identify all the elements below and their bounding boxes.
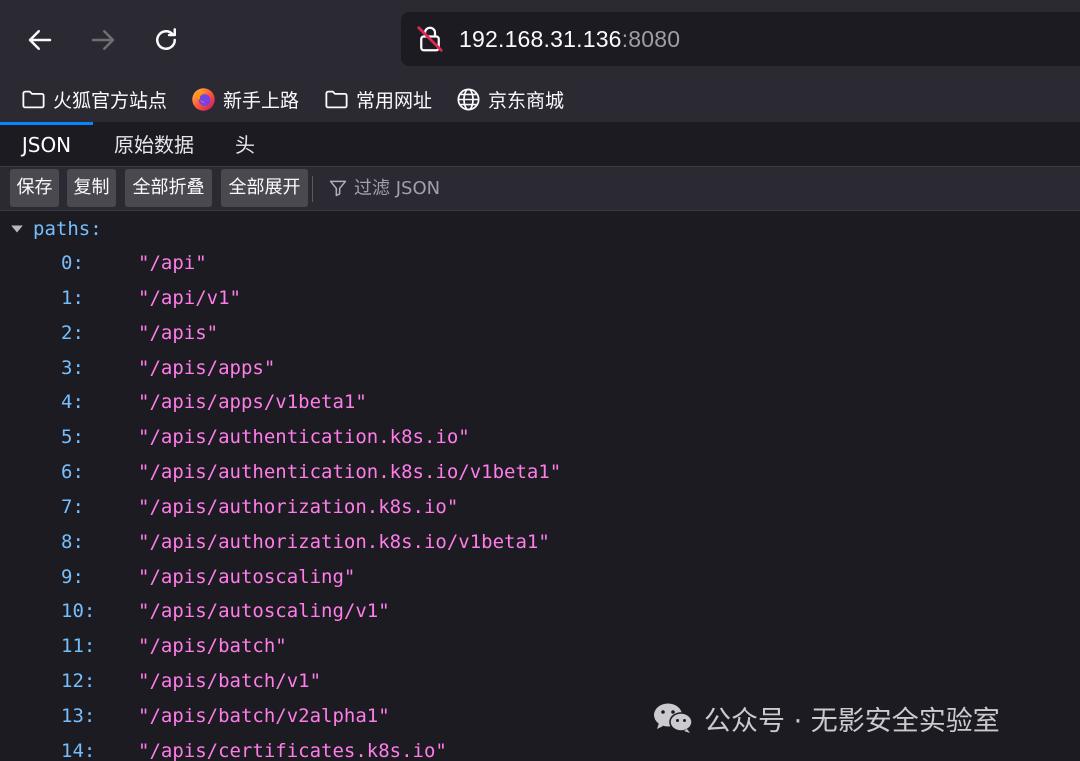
filter-json-input[interactable] — [354, 171, 654, 205]
tree-key-paths: paths: — [33, 218, 102, 240]
json-row[interactable]: 9: "/apis/autoscaling" — [0, 561, 1080, 593]
toolbar-divider — [312, 176, 313, 202]
reload-icon — [156, 28, 176, 50]
viewer-tabs: JSON 原始数据 头 — [0, 122, 1080, 167]
json-row[interactable]: 12: "/apis/batch/v1" — [0, 665, 1080, 697]
json-key: 8: — [61, 531, 84, 553]
bookmark-jd-mall[interactable]: 京东商城 — [455, 80, 564, 118]
tab-raw-data[interactable]: 原始数据 — [105, 122, 203, 166]
insecure-lock-icon[interactable] — [415, 24, 445, 54]
expand-all-button[interactable]: 全部展开 — [221, 169, 308, 207]
folder-icon — [22, 90, 45, 108]
json-value: "/apis/apps" — [138, 357, 276, 379]
wechat-icon — [654, 703, 693, 733]
firefox-icon — [192, 87, 215, 111]
json-row[interactable]: 7: "/apis/authorization.k8s.io" — [0, 491, 1080, 523]
watermark: 公众号 · 无影安全实验室 — [652, 696, 1000, 740]
json-row[interactable]: 11: "/apis/batch" — [0, 630, 1080, 662]
json-key: 6: — [61, 461, 84, 483]
json-value: "/apis/authorization.k8s.io" — [138, 496, 459, 518]
json-row[interactable]: 1: "/api/v1" — [0, 282, 1080, 314]
json-key: 1: — [61, 287, 84, 309]
json-row[interactable]: 4: "/apis/apps/v1beta1" — [0, 386, 1080, 418]
url-text[interactable]: 192.168.31.136:8080 — [459, 12, 680, 66]
bookmark-label: 火狐官方站点 — [53, 89, 168, 112]
json-value: "/apis" — [138, 322, 219, 344]
bookmark-label: 常用网址 — [356, 89, 433, 112]
globe-icon — [457, 87, 480, 111]
arrow-left-icon — [28, 30, 52, 50]
url-port: :8080 — [621, 26, 681, 52]
arrow-right-icon — [91, 30, 115, 50]
json-value: "/apis/batch/v2alpha1" — [138, 705, 390, 727]
json-key: 3: — [61, 357, 84, 379]
json-value: "/api/v1" — [138, 287, 241, 309]
json-row[interactable]: 5: "/apis/authentication.k8s.io" — [0, 421, 1080, 453]
json-value: "/apis/batch" — [138, 635, 287, 657]
json-key: 0: — [61, 252, 84, 274]
json-key: 10: — [61, 600, 96, 622]
json-row[interactable]: 2: "/apis" — [0, 317, 1080, 349]
json-key: 12: — [61, 670, 96, 692]
json-value: "/apis/apps/v1beta1" — [138, 391, 367, 413]
json-key: 5: — [61, 426, 84, 448]
tab-json[interactable]: JSON — [0, 122, 93, 166]
json-value: "/apis/authorization.k8s.io/v1beta1" — [138, 531, 550, 553]
save-button[interactable]: 保存 — [10, 169, 59, 207]
bookmark-label: 新手上路 — [223, 89, 300, 112]
json-tree: paths: 0: "/api" 1: "/api/v1" 2: "/apis"… — [0, 211, 1080, 761]
forward-button[interactable] — [79, 16, 127, 64]
bookmark-getting-started[interactable]: 新手上路 — [190, 80, 299, 118]
reload-button[interactable] — [142, 16, 190, 64]
json-row[interactable]: 0: "/api" — [0, 247, 1080, 279]
json-toolbar: 保存 复制 全部折叠 全部展开 — [0, 167, 1080, 211]
json-value: "/api" — [138, 252, 207, 274]
json-key: 2: — [61, 322, 84, 344]
json-value: "/apis/authentication.k8s.io" — [138, 426, 470, 448]
copy-button[interactable]: 复制 — [67, 169, 116, 207]
url-bar[interactable]: 192.168.31.136:8080 — [401, 12, 1080, 66]
back-button[interactable] — [16, 16, 64, 64]
bookmark-common-sites[interactable]: 常用网址 — [323, 80, 432, 118]
collapse-all-button[interactable]: 全部折叠 — [125, 169, 212, 207]
json-value: "/apis/certificates.k8s.io" — [138, 740, 447, 761]
json-row[interactable]: 6: "/apis/authentication.k8s.io/v1beta1" — [0, 456, 1080, 488]
json-value: "/apis/authentication.k8s.io/v1beta1" — [138, 461, 562, 483]
json-key: 11: — [61, 635, 96, 657]
json-row[interactable]: 8: "/apis/authorization.k8s.io/v1beta1" — [0, 526, 1080, 558]
json-row[interactable]: 10: "/apis/autoscaling/v1" — [0, 595, 1080, 627]
json-key: 14: — [61, 740, 96, 761]
tab-headers[interactable]: 头 — [225, 122, 265, 166]
json-key: 9: — [61, 566, 84, 588]
url-host: 192.168.31.136 — [459, 26, 622, 52]
navigation-bar: 192.168.31.136:8080 — [0, 0, 1080, 80]
filter-icon — [329, 180, 347, 197]
bookmark-firefox-official[interactable]: 火狐官方站点 — [20, 80, 167, 118]
json-key: 4: — [61, 391, 84, 413]
caret-down-icon[interactable] — [10, 222, 24, 236]
json-key: 7: — [61, 496, 84, 518]
json-value: "/apis/autoscaling/v1" — [138, 600, 390, 622]
bookmarks-toolbar: 火狐官方站点 新手上路 常用网址 京东商城 — [0, 80, 1080, 122]
tree-node-paths[interactable]: paths: — [10, 217, 102, 241]
json-value: "/apis/autoscaling" — [138, 566, 356, 588]
json-key: 13: — [61, 705, 96, 727]
bookmark-label: 京东商城 — [488, 89, 565, 112]
watermark-text: 公众号 · 无影安全实验室 — [704, 705, 1000, 737]
json-value: "/apis/batch/v1" — [138, 670, 322, 692]
folder-icon — [325, 90, 348, 108]
browser-window: 192.168.31.136:8080 火狐官方站点 新手上路 常用网址 京东商… — [0, 0, 1080, 761]
json-row[interactable]: 3: "/apis/apps" — [0, 352, 1080, 384]
